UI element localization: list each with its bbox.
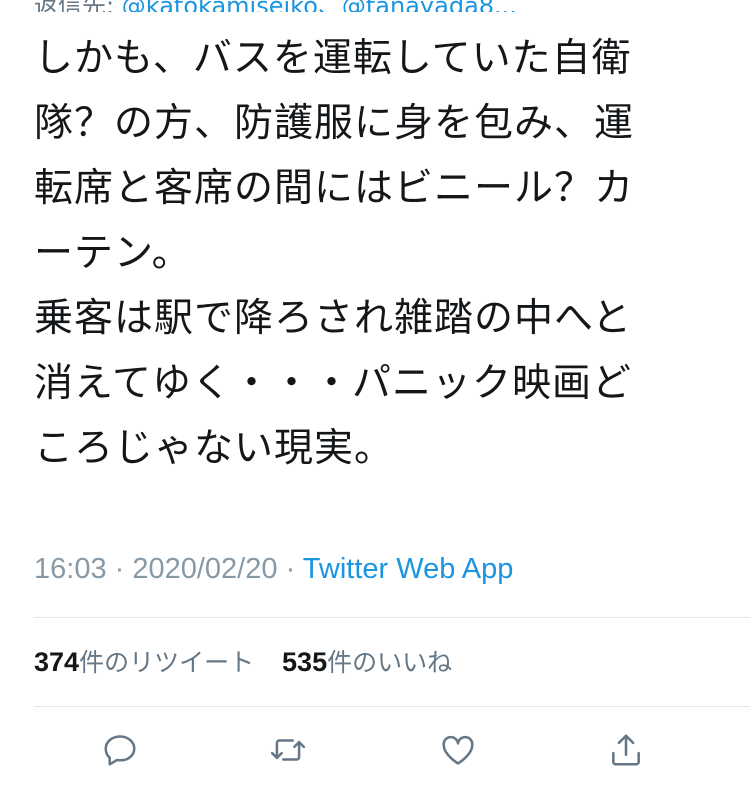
reply-icon (104, 735, 136, 766)
share-icon (612, 734, 640, 766)
likes-label: 件のいいね (327, 648, 453, 677)
retweets-label: 件のリツイート (79, 648, 255, 677)
likes-count: 535 (282, 647, 328, 677)
tweet-detail: 返信先: @katokamiseiko、@tanayada8... しかも、バス… (0, 0, 750, 795)
likes-stat[interactable]: 535件のいいね (282, 647, 453, 677)
tweet-metadata: 16:03 · 2020/02/20 · Twitter Web App (34, 549, 513, 589)
tweet-text-line: しかも、バスを運転していた自衛 (34, 36, 632, 81)
tweet-text-line: 消えてゆく・・・パニック映画ど (34, 361, 633, 406)
reply-button[interactable] (98, 728, 142, 772)
divider (34, 706, 750, 707)
tweet-date[interactable]: 2020/02/20 (132, 553, 277, 585)
tweet-action-bar (0, 728, 750, 772)
retweet-button[interactable] (266, 728, 310, 772)
retweets-count: 374 (34, 647, 80, 677)
tweet-time[interactable]: 16:03 (34, 553, 107, 585)
retweet-icon (270, 739, 306, 761)
tweet-text-line: ころじゃない現実。 (34, 426, 395, 471)
divider (34, 617, 750, 618)
tweet-text-line: 隊？の方、防護服に身を包み、運 (34, 101, 635, 146)
reply-to-handles[interactable]: @katokamiseiko、@tanayada8... (122, 0, 517, 12)
heart-icon (442, 735, 474, 765)
share-button[interactable] (604, 728, 648, 772)
like-button[interactable] (436, 728, 480, 772)
tweet-source-link[interactable]: Twitter Web App (303, 553, 514, 585)
tweet-text-line: 乗客は駅で降ろされ雑踏の中へと (34, 296, 633, 341)
engagement-stats: 374件のリツイート 535件のいいね (34, 640, 472, 684)
tweet-text-line: 転席と客席の間にはビニール？カ (34, 166, 635, 211)
meta-separator: · (106, 553, 133, 585)
tweet-text-line: ーテン。 (34, 231, 192, 276)
meta-separator: · (277, 553, 303, 585)
reply-to-prefix: 返信先: (34, 0, 122, 12)
tweet-text: しかも、バスを運転していた自衛 隊？の方、防護服に身を包み、運 転席と客席の間に… (34, 26, 724, 481)
retweets-stat[interactable]: 374件のリツイート (34, 647, 255, 677)
reply-to-line: 返信先: @katokamiseiko、@tanayada8... (34, 0, 734, 12)
